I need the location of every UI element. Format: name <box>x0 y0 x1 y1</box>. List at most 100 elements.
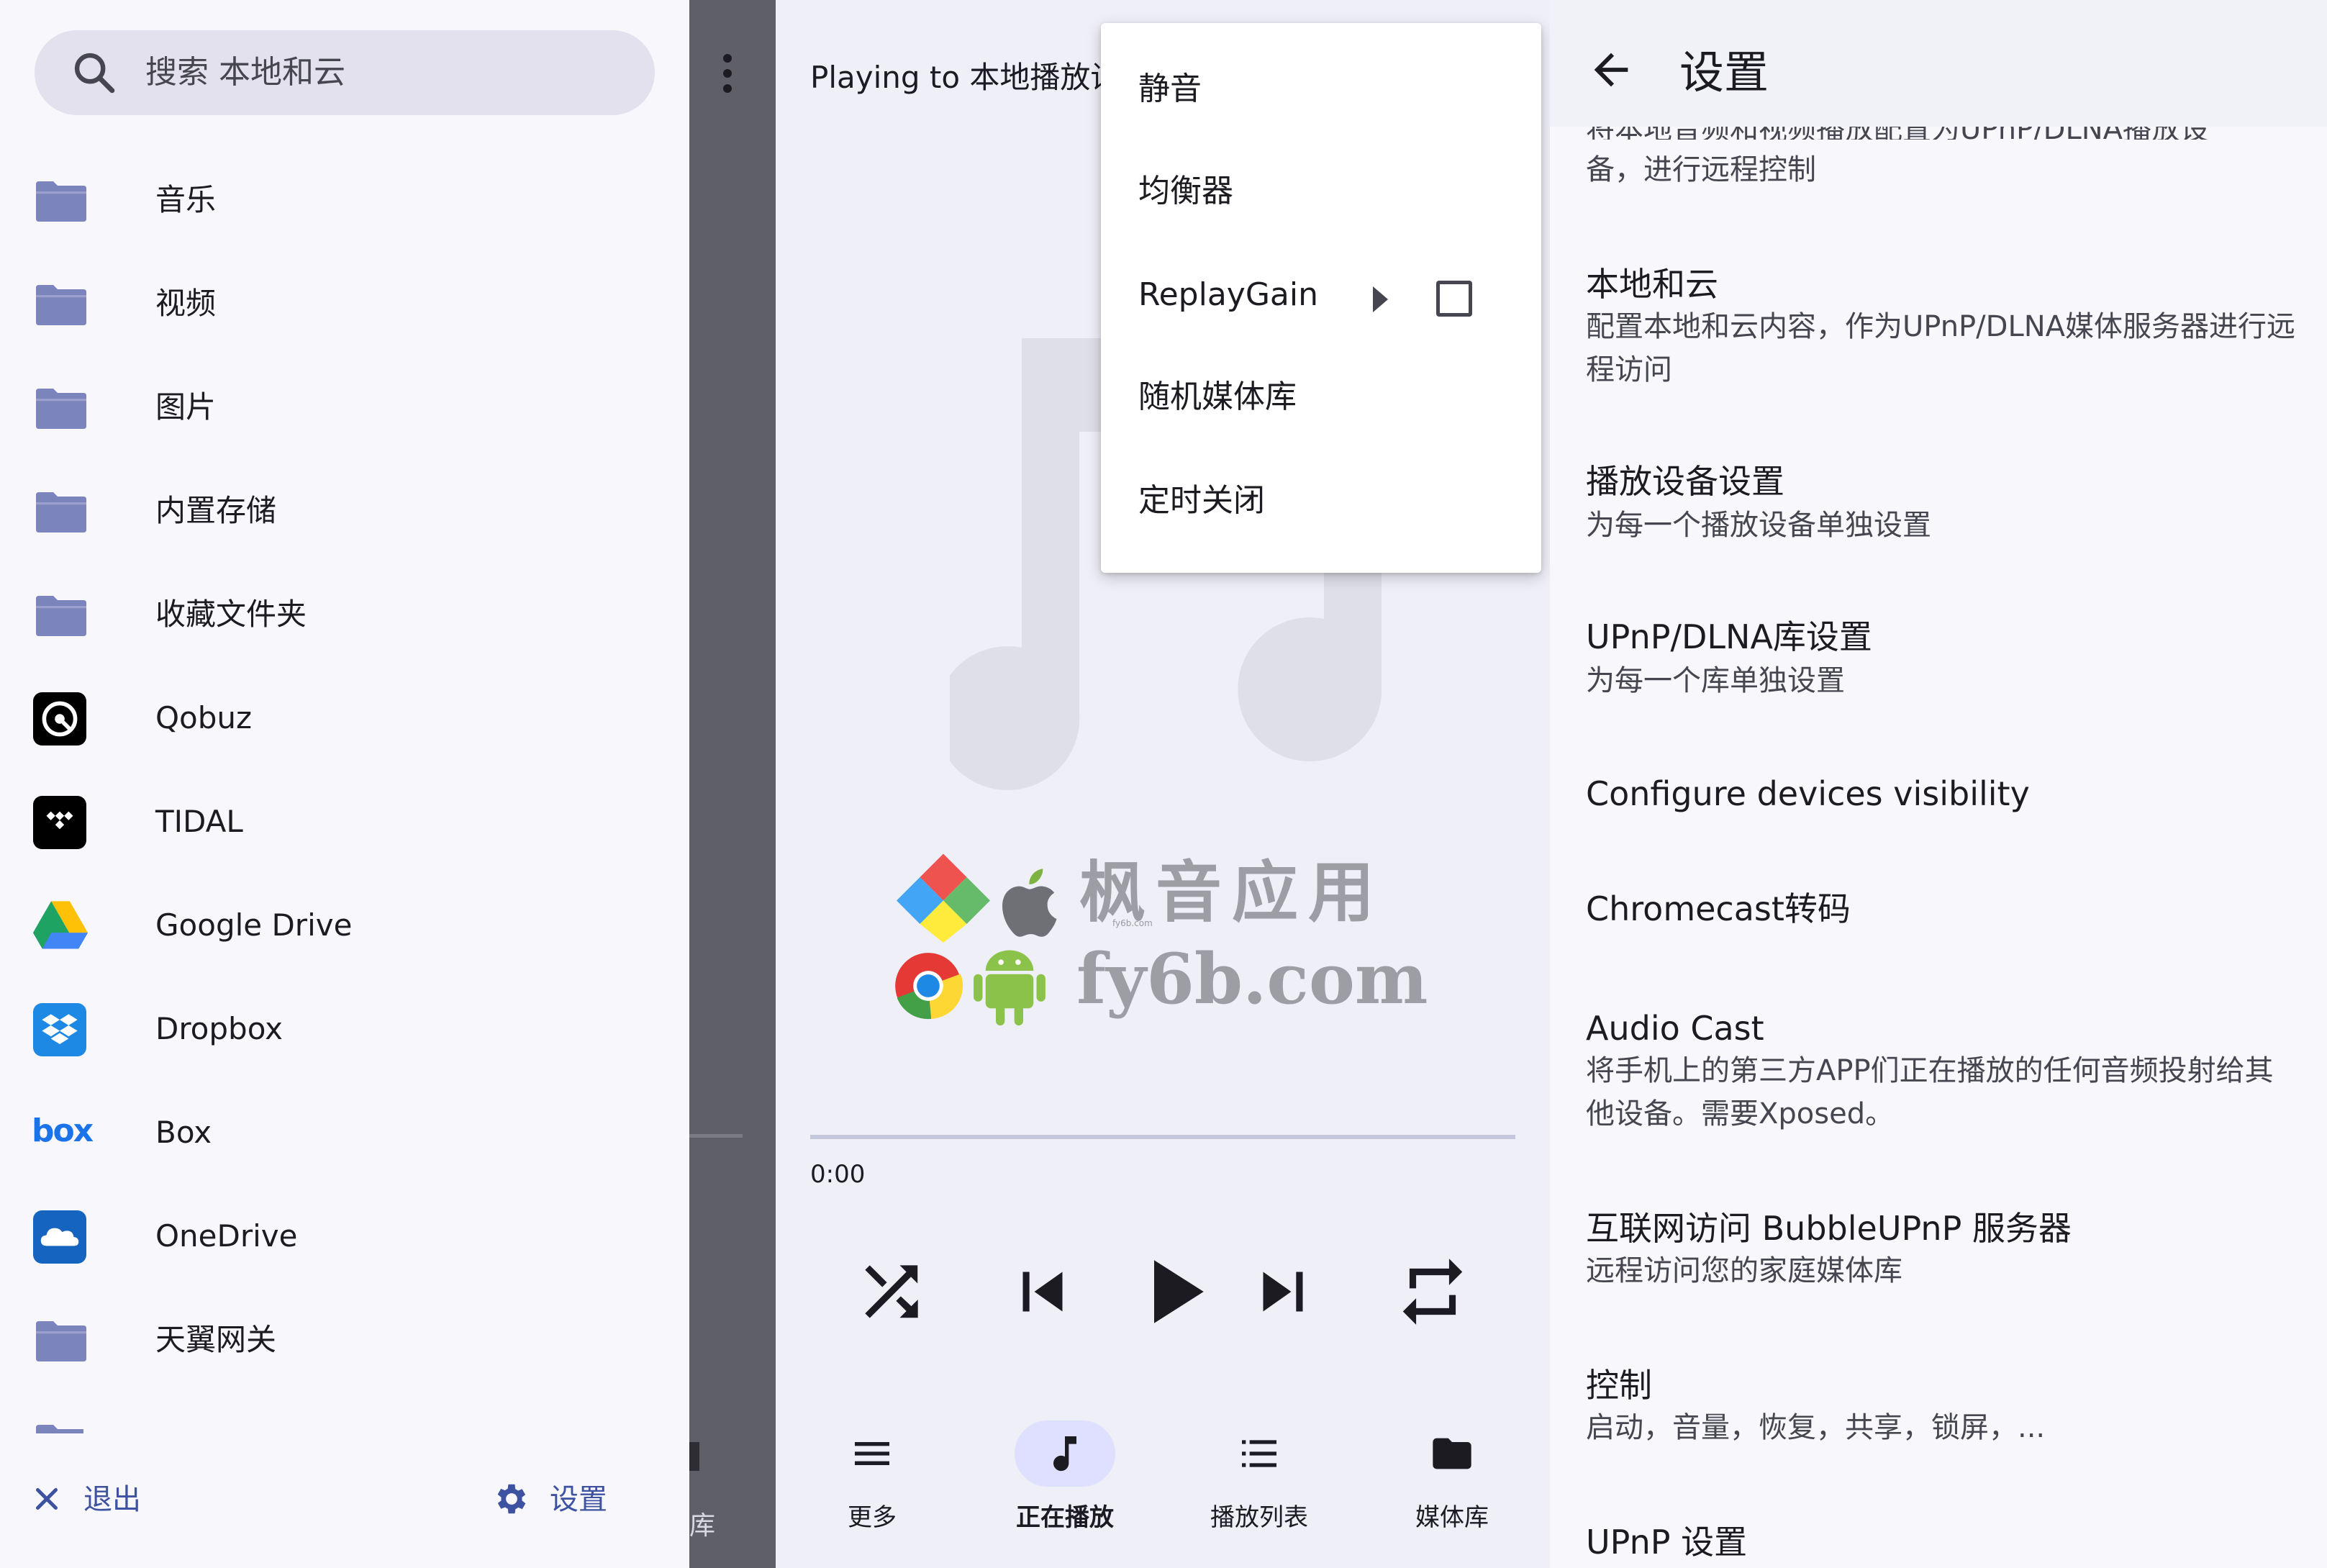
seek-bar[interactable] <box>810 1135 1515 1139</box>
setting-title: 控制 <box>1586 1366 1652 1405</box>
play-icon <box>1154 1260 1204 1323</box>
tidal-icon <box>33 796 86 849</box>
google-drive-icon <box>33 901 88 949</box>
folder-icon <box>36 1425 83 1433</box>
menu-item-label: ReplayGain <box>1138 276 1318 313</box>
folder-icon <box>36 181 86 222</box>
gear-icon <box>497 1484 526 1514</box>
nav-label: 媒体库 <box>1415 1503 1489 1532</box>
nav-label: 正在播放 <box>1016 1503 1114 1532</box>
setting-summary: 将手机上的第三方APP们正在播放的任何音频投射给其他设备。需要Xposed。 <box>1586 1054 2274 1130</box>
chrome-logo-icon <box>895 953 963 1020</box>
onedrive-icon <box>33 1210 86 1264</box>
music-note-icon <box>1053 1436 1076 1472</box>
setting-summary: 远程访问您的家庭媒体库 <box>1586 1254 1902 1287</box>
windows-logo-icon <box>897 853 990 943</box>
menu-item-mute[interactable]: 静音 <box>1101 46 1541 140</box>
drawer-item-onedrive[interactable]: OneDrive <box>0 1195 689 1281</box>
progress-track-dimmed <box>689 1134 743 1138</box>
skip-next-icon <box>1263 1272 1303 1312</box>
search-placeholder: 搜索 本地和云 <box>145 54 345 91</box>
close-icon <box>36 1488 58 1510</box>
play-button[interactable] <box>1118 1238 1226 1346</box>
drawer-item-label: Box <box>155 1115 212 1150</box>
settings-header <box>1550 0 2327 127</box>
setting-summary: 备，进行远程控制 <box>1586 153 1816 186</box>
menu-item-sleep-timer[interactable]: 定时关闭 <box>1101 458 1541 551</box>
drawer-item-internal-storage[interactable]: 内置存储 <box>0 469 689 556</box>
setting-title: Configure devices visibility <box>1586 774 2030 813</box>
drawer-item-pictures[interactable]: 图片 <box>0 366 689 452</box>
drawer-item-label: 天翼网关 <box>155 1322 277 1357</box>
replaygain-checkbox[interactable] <box>1436 281 1472 317</box>
setting-bubbleupnp-server[interactable]: 互联网访问 BubbleUPnP 服务器 远程访问您的家庭媒体库 <box>1550 1206 2327 1307</box>
drawer-item-music[interactable]: 音乐 <box>0 158 689 245</box>
drawer-item-label: 图片 <box>155 389 217 425</box>
menu-item-replaygain[interactable]: ReplayGain <box>1101 252 1541 345</box>
scrim-overlay[interactable] <box>689 0 776 1568</box>
drawer-item-google-drive[interactable]: Google Drive <box>0 884 689 970</box>
drawer-item-label: 视频 <box>155 286 217 321</box>
setting-summary: 为每一个播放设备单独设置 <box>1586 509 1931 542</box>
drawer-item-label: 收藏文件夹 <box>155 597 307 632</box>
drawer-item-label: 内置存储 <box>155 493 277 528</box>
dropbox-icon <box>33 1003 86 1056</box>
drawer-item-dropbox[interactable]: Dropbox <box>0 987 689 1074</box>
qobuz-icon <box>33 692 86 746</box>
menu-item-equalizer[interactable]: 均衡器 <box>1101 150 1541 243</box>
nav-more[interactable]: 更多 <box>793 1410 951 1547</box>
folder-icon <box>36 596 86 636</box>
setting-devices-visibility[interactable]: Configure devices visibility <box>1550 770 2327 856</box>
setting-title: Audio Cast <box>1586 1009 1764 1048</box>
setting-library-settings[interactable]: UPnP/DLNA库设置 为每一个库单独设置 <box>1550 612 2327 712</box>
drawer-item-label: Google Drive <box>155 907 353 943</box>
nav-label-dimmed: 库 <box>689 1511 716 1541</box>
next-button[interactable] <box>1243 1252 1323 1331</box>
drawer-item-video[interactable]: 视频 <box>0 262 689 348</box>
setting-audio-cast[interactable]: Audio Cast 将手机上的第三方APP们正在播放的任何音频投射给其他设备。… <box>1550 1006 2327 1150</box>
drawer-item-qobuz[interactable]: Qobuz <box>0 676 689 763</box>
drawer-item-box[interactable]: box Box <box>0 1091 689 1177</box>
setting-upnp[interactable]: UPnP 设置 <box>1550 1520 2327 1568</box>
setting-title: 播放设备设置 <box>1586 462 1784 501</box>
nav-icon-dimmed <box>689 1442 699 1471</box>
search-icon <box>74 53 115 94</box>
setting-chromecast-transcoding[interactable]: Chromecast转码 <box>1550 887 2327 973</box>
setting-control[interactable]: 控制 启动，音量，恢复，共享，锁屏，... <box>1550 1363 2327 1464</box>
repeat-button[interactable] <box>1393 1252 1472 1331</box>
folder-icon <box>36 492 86 533</box>
drawer-item-favorite-folders[interactable]: 收藏文件夹 <box>0 573 689 659</box>
drawer-item-label: Dropbox <box>155 1011 283 1046</box>
shuffle-icon <box>865 1265 918 1318</box>
shuffle-button[interactable] <box>852 1252 931 1331</box>
nav-icon-container <box>1209 1420 1310 1487</box>
more-vert-icon[interactable] <box>717 52 738 95</box>
nav-library[interactable]: 媒体库 <box>1373 1410 1531 1547</box>
drawer-item-tidal[interactable]: TIDAL <box>0 780 689 866</box>
menu-item-shuffle-library[interactable]: 随机媒体库 <box>1101 355 1541 449</box>
nav-icon-container <box>822 1420 922 1487</box>
previous-button[interactable] <box>1003 1252 1082 1331</box>
back-arrow-icon[interactable] <box>1586 45 1636 95</box>
nav-icon-container <box>1402 1420 1502 1487</box>
box-icon: box <box>32 1112 94 1149</box>
nav-now-playing[interactable]: 正在播放 <box>986 1410 1144 1547</box>
setting-title: UPnP/DLNA库设置 <box>1586 617 1872 656</box>
setting-summary: 配置本地和云内容，作为UPnP/DLNA媒体服务器进行远程访问 <box>1586 310 2296 386</box>
exit-label: 退出 <box>83 1483 141 1516</box>
drawer-item-tianyi-gateway[interactable]: 天翼网关 <box>0 1298 689 1385</box>
menu-item-label: 随机媒体库 <box>1138 379 1297 415</box>
drawer-item-label: TIDAL <box>155 804 243 839</box>
nav-icon-container <box>1015 1420 1115 1487</box>
nav-label: 更多 <box>848 1503 897 1532</box>
setting-title: 互联网访问 BubbleUPnP 服务器 <box>1586 1209 2072 1248</box>
drawer-item-label: OneDrive <box>155 1218 298 1254</box>
nav-playlist[interactable]: 播放列表 <box>1180 1410 1338 1547</box>
setting-title: Chromecast转码 <box>1586 889 1851 928</box>
settings-label: 设置 <box>550 1483 607 1516</box>
menu-item-label: 均衡器 <box>1138 173 1233 209</box>
folder-icon <box>36 389 86 429</box>
setting-local-and-cloud[interactable]: 本地和云 配置本地和云内容，作为UPnP/DLNA媒体服务器进行远程访问 <box>1550 252 2327 396</box>
setting-renderer-settings[interactable]: 播放设备设置 为每一个播放设备单独设置 <box>1550 453 2327 554</box>
page-title: 设置 <box>1679 46 1769 99</box>
